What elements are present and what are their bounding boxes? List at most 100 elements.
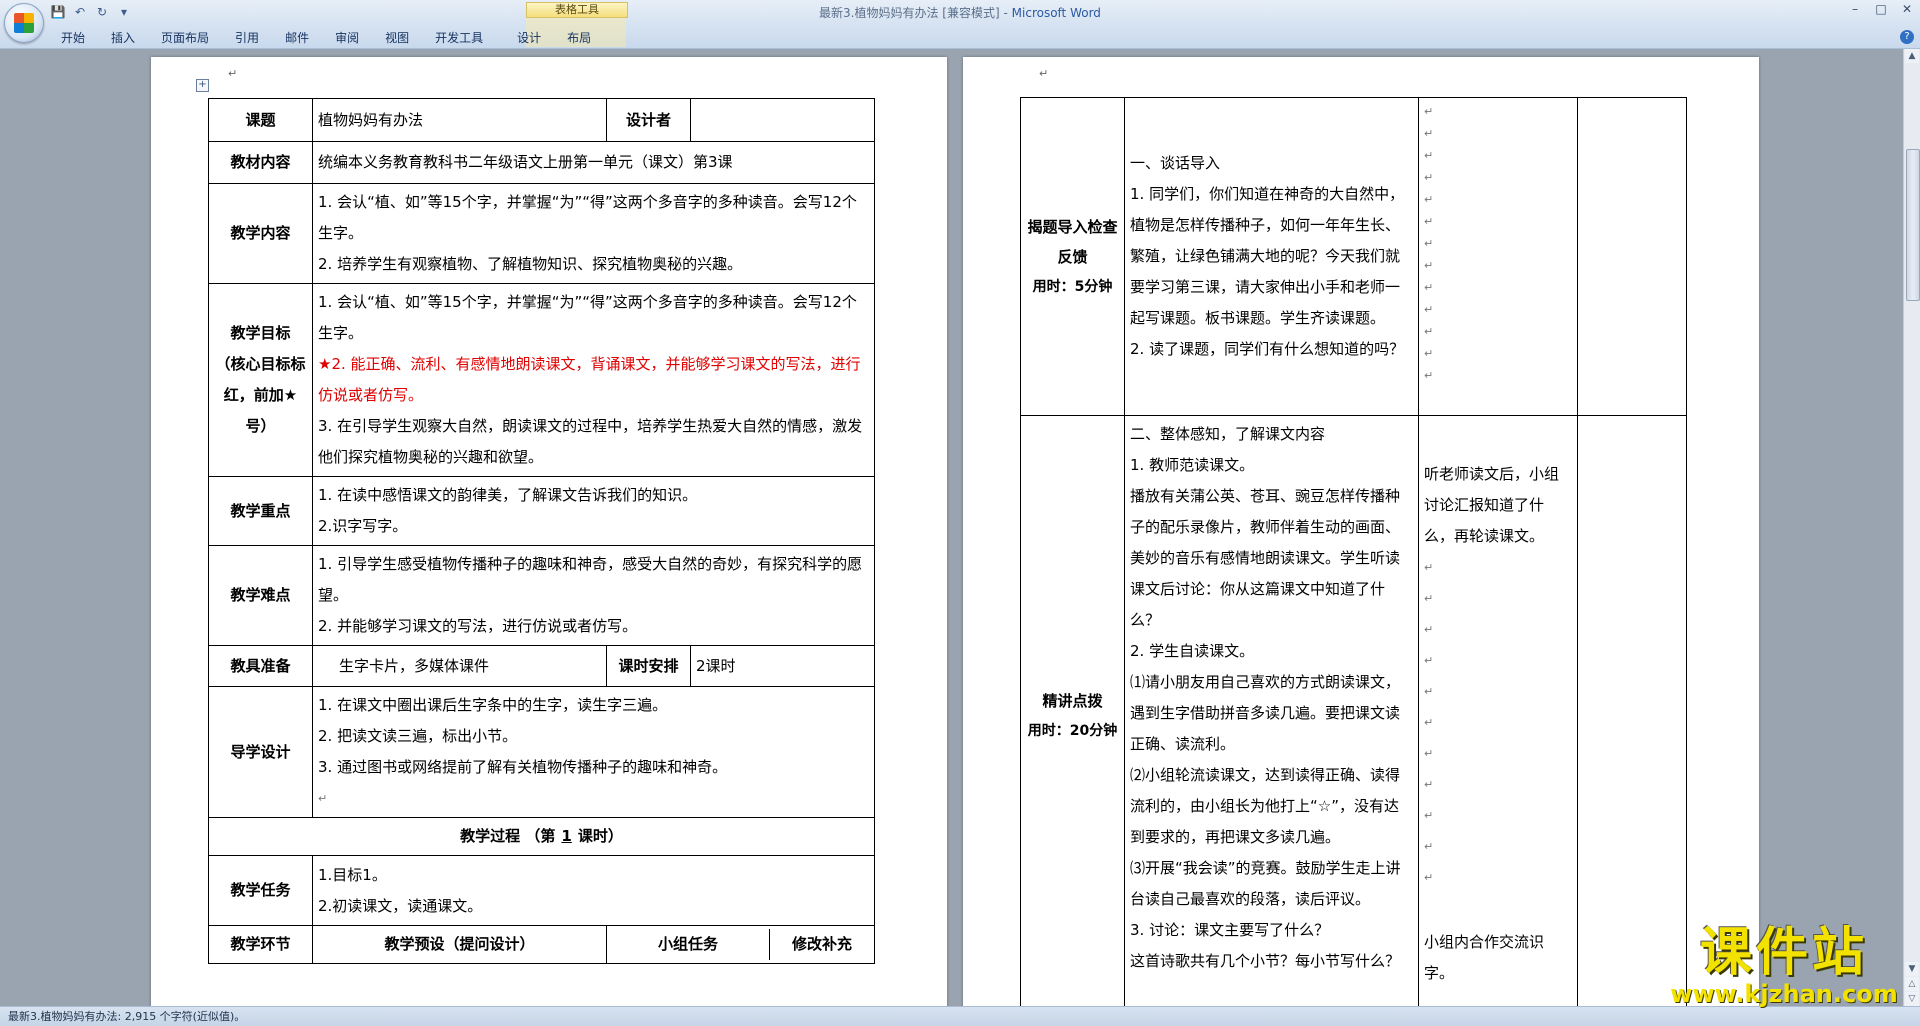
explain-time: 用时：20分钟 xyxy=(1027,722,1118,739)
explain-line-3: 播放有关蒲公英、苍耳、豌豆怎样传播种子的配乐录像片，教师伴着生动的画面、美妙的音… xyxy=(1130,487,1401,629)
cell-content-label[interactable]: 教学内容 xyxy=(208,183,313,284)
cell-period-label[interactable]: 课时安排 xyxy=(606,645,691,687)
table-move-handle-icon[interactable]: + xyxy=(196,79,209,92)
watermark-logo: 课件站 www.kjzhan.com xyxy=(1666,925,1902,1007)
cell-step-header[interactable]: 教学环节 xyxy=(208,925,313,964)
guide-line-2: 2. 把读文读三遍，标出小节。 xyxy=(318,727,518,745)
paragraph-mark: ↵ xyxy=(318,792,328,805)
process-suffix: 课时） xyxy=(577,827,623,845)
cell-goal-value[interactable]: 1. 会认“植、如”等15个字，并掌握“为”“得”这两个多音字的多种读音。会写1… xyxy=(312,283,875,477)
tab-view[interactable]: 视图 xyxy=(372,29,422,47)
paragraph-mark: ↵ xyxy=(1039,67,1049,80)
explain-line-6: ⑵小组轮流读课文，达到读得正确、读得流利的，由小组长为他打上“☆”，没有达到要求… xyxy=(1130,766,1401,846)
cell-goal-label[interactable]: 教学目标 （核心目标标红，前加★号） xyxy=(208,283,313,477)
cell-intro-preset[interactable]: 一、谈话导入 1. 同学们，你们知道在神奇的大自然中，植物是怎样传播种子，如何一… xyxy=(1124,97,1419,416)
help-icon[interactable]: ? xyxy=(1900,30,1914,44)
cell-designer-label[interactable]: 设计者 xyxy=(606,98,691,142)
paragraph-marks: ↵ ↵ ↵ ↵ ↵ ↵ ↵ ↵ ↵ ↵ ↵ ↵ ↵ xyxy=(1424,105,1434,382)
scroll-thumb[interactable] xyxy=(1906,149,1920,301)
tab-developer[interactable]: 开发工具 xyxy=(422,29,496,47)
cell-material-label[interactable]: 教材内容 xyxy=(208,141,313,184)
goal-line-2-core: ★2. 能正确、流利、有感情地朗读课文，背诵课文，并能够学习课文的写法，进行仿说… xyxy=(318,355,861,404)
cell-intro-revise[interactable] xyxy=(1577,97,1687,416)
difficulty-line-1: 1. 引导学生感受植物传播种子的趣味和神奇，感受大自然的奇妙，有探究科学的愿望。 xyxy=(318,555,863,604)
cell-material-value[interactable]: 统编本义务教育教科书二年级语文上册第一单元（课文）第3课 xyxy=(312,141,875,184)
page-2[interactable]: ↵ 揭题导入检查反馈 用时：5分钟 一、谈话导入 1. 同学们，你们知道在神奇的… xyxy=(963,57,1759,1006)
cell-task-value[interactable]: 1.目标1。 2.初读课文，读通课文。 xyxy=(312,855,875,926)
lesson-plan-table: 课题 植物妈妈有办法 设计者 教材内容 统编本义务教育教科书二年级语文上册第一单… xyxy=(208,98,875,964)
tab-page-layout[interactable]: 页面布局 xyxy=(148,29,222,47)
tab-insert[interactable]: 插入 xyxy=(98,29,148,47)
next-page-icon[interactable]: ▽ xyxy=(1905,992,1919,1006)
difficulty-line-2: 2. 并能够学习课文的写法，进行仿说或者仿写。 xyxy=(318,617,638,635)
document-name: 最新3.植物妈妈有办法 [兼容模式] xyxy=(819,6,1000,20)
cell-intro-group-task[interactable]: ↵ ↵ ↵ ↵ ↵ ↵ ↵ ↵ ↵ ↵ ↵ ↵ ↵ xyxy=(1418,97,1578,416)
cell-keypoint-label[interactable]: 教学重点 xyxy=(208,476,313,546)
status-bar: 最新3.植物妈妈有办法: 2,915 个字符(近似值)。 xyxy=(0,1006,1920,1026)
guide-line-3: 3. 通过图书或网络提前了解有关植物传播种子的趣味和神奇。 xyxy=(318,758,728,776)
process-lesson-number: 1 xyxy=(561,827,572,845)
task-line-1: 1.目标1。 xyxy=(318,865,387,884)
tab-layout[interactable]: 布局 xyxy=(554,29,604,47)
keypoint-line-1: 1. 在读中感悟课文的韵律美，了解课文告诉我们的知识。 xyxy=(318,486,698,504)
goal-label: 教学目标 xyxy=(230,324,291,342)
cell-tools-label[interactable]: 教具准备 xyxy=(208,645,313,687)
cell-keypoint-value[interactable]: 1. 在读中感悟课文的韵律美，了解课文告诉我们的知识。 2.识字写字。 xyxy=(312,476,875,546)
intro-line-1: 一、谈话导入 xyxy=(1130,154,1221,172)
cell-difficulty-value[interactable]: 1. 引导学生感受植物传播种子的趣味和神奇，感受大自然的奇妙，有探究科学的愿望。… xyxy=(312,545,875,646)
cell-guide-label[interactable]: 导学设计 xyxy=(208,686,313,818)
tab-references[interactable]: 引用 xyxy=(222,29,272,47)
watermark-title: 课件站 xyxy=(1699,923,1868,983)
content-line-2: 2. 培养学生有观察植物、了解植物知识、探究植物奥秘的兴趣。 xyxy=(318,255,743,273)
explain-line-5: ⑴请小朋友用自己喜欢的方式朗读课文，遇到生字借助拼音多读几遍。要把课文读正确、读… xyxy=(1130,673,1401,753)
tab-design[interactable]: 设计 xyxy=(504,29,554,47)
cell-explain-group-task[interactable]: 听老师读文后，小组讨论汇报知道了什么，再轮读课文。 ↵ ↵ ↵ ↵ ↵ ↵ ↵ ↵ ↵ ↵ ↵ 小组… xyxy=(1418,415,1578,1006)
lesson-process-table: 揭题导入检查反馈 用时：5分钟 一、谈话导入 1. 同学们，你们知道在神奇的大自… xyxy=(1020,97,1687,1006)
tab-review[interactable]: 审阅 xyxy=(322,29,372,47)
cell-difficulty-label[interactable]: 教学难点 xyxy=(208,545,313,646)
tab-home[interactable]: 开始 xyxy=(48,29,98,47)
cell-preset-header[interactable]: 教学预设（提问设计） xyxy=(312,925,607,964)
status-word-count[interactable]: 最新3.植物妈妈有办法: 2,915 个字符(近似值)。 xyxy=(8,1010,245,1023)
close-icon[interactable]: ✕ xyxy=(1894,0,1920,18)
explain-line-9: 这首诗歌共有几个小节？每小节写什么？ xyxy=(1130,952,1401,970)
window-controls: – □ ✕ xyxy=(1842,0,1920,18)
page-1[interactable]: + ↵ 课题 植物妈妈有办法 设计者 教材内容 统编本义务教育教科书二年级语文上… xyxy=(151,57,947,1006)
goal-line-3: 3. 在引导学生观察大自然，朗读课文的过程中，培养学生热爱大自然的情感，激发他们… xyxy=(318,417,863,466)
cell-designer-value[interactable] xyxy=(690,98,875,142)
intro-time: 用时：5分钟 xyxy=(1032,278,1113,295)
vertical-scrollbar[interactable]: ▲ ▼ △ ▽ xyxy=(1903,49,1920,1006)
cell-intro-label[interactable]: 揭题导入检查反馈 用时：5分钟 xyxy=(1020,97,1125,416)
cell-content-value[interactable]: 1. 会认“植、如”等15个字，并掌握“为”“得”这两个多音字的多种读音。会写1… xyxy=(312,183,875,284)
minimize-icon[interactable]: – xyxy=(1842,0,1868,18)
cell-period-value[interactable]: 2课时 xyxy=(690,645,875,687)
cell-guide-value[interactable]: 1. 在课文中圈出课后生字条中的生字，读生字三遍。 2. 把读文读三遍，标出小节… xyxy=(312,686,875,818)
title-bar: 💾 ↶ ↻ ▾ 最新3.植物妈妈有办法 [兼容模式] - Microsoft W… xyxy=(0,0,1920,49)
ribbon-tabs: 开始 插入 页面布局 引用 邮件 审阅 视图 开发工具 设计 布局 xyxy=(48,29,604,47)
content-line-1: 1. 会认“植、如”等15个字，并掌握“为”“得”这两个多音字的多种读音。会写1… xyxy=(318,193,857,242)
tab-mailings[interactable]: 邮件 xyxy=(272,29,322,47)
cell-explain-preset[interactable]: 二、整体感知，了解课文内容 1. 教师范读课文。 播放有关蒲公英、苍耳、豌豆怎样… xyxy=(1124,415,1419,1006)
cell-process-header[interactable]: 教学过程 （第 1 课时） xyxy=(208,817,875,856)
group-task-2: 小组内合作交流识字。 xyxy=(1424,933,1545,982)
cell-revise-header[interactable]: 修改补充 xyxy=(770,929,874,960)
maximize-icon[interactable]: □ xyxy=(1868,0,1894,18)
goal-sublabel: （核心目标标红，前加★号） xyxy=(215,355,306,435)
cell-explain-revise[interactable] xyxy=(1577,415,1687,1006)
intro-label: 揭题导入检查反馈 xyxy=(1027,217,1118,266)
cell-group-task-header[interactable]: 小组任务 xyxy=(608,929,770,960)
cell-explain-label[interactable]: 精讲点拨 用时：20分钟 xyxy=(1020,415,1125,1006)
previous-page-icon[interactable]: △ xyxy=(1905,977,1919,991)
cell-topic-value[interactable]: 植物妈妈有办法 xyxy=(312,98,607,142)
explain-line-2: 1. 教师范读课文。 xyxy=(1130,456,1255,474)
explain-line-4: 2. 学生自读课文。 xyxy=(1130,642,1255,660)
scroll-down-icon[interactable]: ▼ xyxy=(1905,962,1919,976)
cell-topic-label[interactable]: 课题 xyxy=(208,98,313,142)
task-line-2: 2.初读课文，读通课文。 xyxy=(318,896,483,915)
paragraph-mark: ↵ xyxy=(228,67,238,80)
cell-tools-value[interactable]: 生字卡片，多媒体课件 xyxy=(312,645,607,687)
window-title: 最新3.植物妈妈有办法 [兼容模式] - Microsoft Word xyxy=(0,4,1920,21)
cell-task-label[interactable]: 教学任务 xyxy=(208,855,313,926)
watermark-url: www.kjzhan.com xyxy=(1670,980,1898,1008)
scroll-up-icon[interactable]: ▲ xyxy=(1905,49,1919,63)
